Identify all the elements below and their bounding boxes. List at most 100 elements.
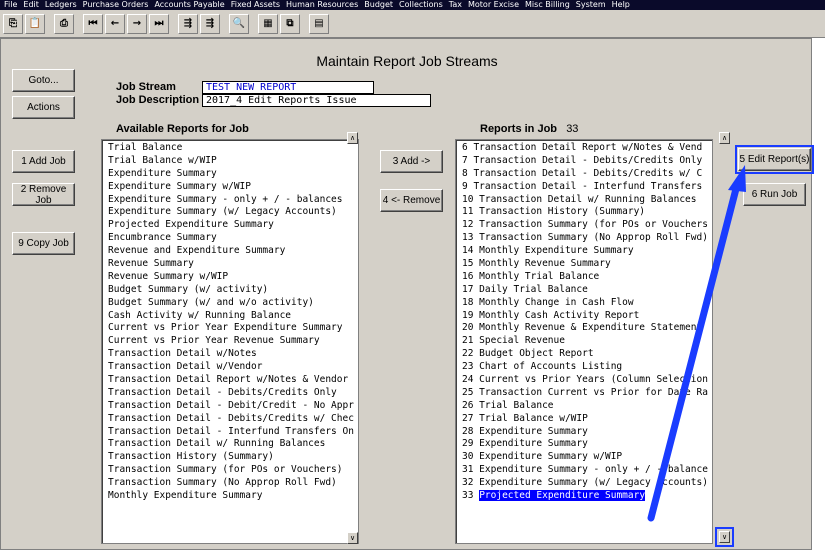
list-item[interactable]: Transaction Detail w/Notes xyxy=(108,348,358,361)
list-item[interactable]: Encumbrance Summary xyxy=(108,232,358,245)
list-item[interactable]: Budget Summary (w/ and w/o activity) xyxy=(108,297,358,310)
list-item[interactable]: 16 Monthly Trial Balance xyxy=(462,271,712,284)
selected-list-item[interactable]: 33 Projected Expenditure Summary xyxy=(462,490,712,503)
list-item[interactable]: Transaction History (Summary) xyxy=(108,451,358,464)
list-item[interactable]: Expenditure Summary (w/ Legacy Accounts) xyxy=(108,206,358,219)
list-item[interactable]: 19 Monthly Cash Activity Report xyxy=(462,310,712,323)
list-item[interactable]: 28 Expenditure Summary xyxy=(462,426,712,439)
actions-button[interactable]: Actions xyxy=(12,96,75,119)
list-item[interactable]: 29 Expenditure Summary xyxy=(462,438,712,451)
list-item[interactable]: Projected Expenditure Summary xyxy=(108,219,358,232)
menu-item-misc-billing[interactable]: Misc Billing xyxy=(525,0,570,10)
list-item[interactable]: 12 Transaction Summary (for POs or Vouch… xyxy=(462,219,712,232)
goto-button[interactable]: Goto... xyxy=(12,69,75,92)
remove-job-button[interactable]: 2 Remove Job xyxy=(12,183,75,206)
menu-item-file[interactable]: File xyxy=(4,0,17,10)
menu-item-fixed-assets[interactable]: Fixed Assets xyxy=(231,0,280,10)
find-icon[interactable]: ⇶ xyxy=(178,13,198,34)
list-item[interactable]: 7 Transaction Detail - Debits/Credits On… xyxy=(462,155,712,168)
list-item[interactable]: Budget Summary (w/ activity) xyxy=(108,284,358,297)
list-item[interactable]: 15 Monthly Revenue Summary xyxy=(462,258,712,271)
list-item[interactable]: Trial Balance xyxy=(108,142,358,155)
list-item[interactable]: Revenue Summary xyxy=(108,258,358,271)
remove-report-button[interactable]: 4 <- Remove xyxy=(380,189,443,212)
in-job-scroll-down-icon[interactable]: ∨ xyxy=(715,527,734,547)
menu-item-edit[interactable]: Edit xyxy=(23,0,39,10)
list-item[interactable]: 31 Expenditure Summary - only + / - bala… xyxy=(462,464,712,477)
spreadsheet-icon[interactable]: ▦ xyxy=(258,13,278,34)
list-item[interactable]: 17 Daily Trial Balance xyxy=(462,284,712,297)
list-item[interactable]: 30 Expenditure Summary w/WIP xyxy=(462,451,712,464)
find-next-icon[interactable]: ⇶ xyxy=(200,13,220,34)
list-item[interactable]: Current vs Prior Year Revenue Summary xyxy=(108,335,358,348)
run-job-button[interactable]: 6 Run Job xyxy=(743,183,806,206)
list-item[interactable]: 13 Transaction Summary (No Approp Roll F… xyxy=(462,232,712,245)
job-description-field[interactable]: 2017_4 Edit Reports Issue xyxy=(202,94,431,107)
first-record-icon[interactable]: ⏮ xyxy=(83,13,103,34)
edit-reports-button[interactable]: 5 Edit Report(s) xyxy=(735,145,814,174)
chart-icon[interactable]: ▤ xyxy=(309,13,329,34)
in-job-scroll-up-icon[interactable]: ∧ xyxy=(719,132,730,144)
list-item[interactable]: Transaction Detail w/ Running Balances xyxy=(108,438,358,451)
list-item[interactable]: Expenditure Summary xyxy=(108,168,358,181)
menu-item-human-resources[interactable]: Human Resources xyxy=(286,0,358,10)
add-report-button[interactable]: 3 Add -> xyxy=(380,150,443,173)
previous-record-icon[interactable]: ← xyxy=(105,13,125,34)
list-item[interactable]: Transaction Detail Report w/Notes & Vend… xyxy=(108,374,358,387)
list-item[interactable]: 6 Transaction Detail Report w/Notes & Ve… xyxy=(462,142,712,155)
available-reports-list[interactable]: Trial Balance Trial Balance w/WIP Expendit… xyxy=(101,139,359,544)
list-item[interactable]: 26 Trial Balance xyxy=(462,400,712,413)
list-item[interactable]: 32 Expenditure Summary (w/ Legacy Accoun… xyxy=(462,477,712,490)
list-item[interactable]: Transaction Detail - Debits/Credits Only xyxy=(108,387,358,400)
list-item[interactable]: 22 Budget Object Report xyxy=(462,348,712,361)
list-item[interactable]: Transaction Summary (No Approp Roll Fwd) xyxy=(108,477,358,490)
list-item[interactable]: 20 Monthly Revenue & Expenditure Stateme… xyxy=(462,322,712,335)
list-item[interactable]: Transaction Detail - Interfund Transfers… xyxy=(108,426,358,439)
list-item[interactable]: Transaction Detail w/Vendor xyxy=(108,361,358,374)
menu-item-tax[interactable]: Tax xyxy=(449,0,462,10)
menu-item-budget[interactable]: Budget xyxy=(364,0,393,10)
menu-item-purchase-orders[interactable]: Purchase Orders xyxy=(83,0,149,10)
next-record-icon[interactable]: → xyxy=(127,13,147,34)
list-item[interactable]: Monthly Expenditure Summary xyxy=(108,490,358,503)
list-item[interactable]: Transaction Detail - Debit/Credit - No A… xyxy=(108,400,358,413)
list-item[interactable]: 11 Transaction History (Summary) xyxy=(462,206,712,219)
list-item[interactable]: Current vs Prior Year Expenditure Summar… xyxy=(108,322,358,335)
list-item[interactable]: Cash Activity w/ Running Balance xyxy=(108,310,358,323)
list-item[interactable]: 14 Monthly Expenditure Summary xyxy=(462,245,712,258)
list-item[interactable]: 25 Transaction Current vs Prior for Date… xyxy=(462,387,712,400)
list-item[interactable]: Revenue Summary w/WIP xyxy=(108,271,358,284)
menu-item-help[interactable]: Help xyxy=(612,0,630,10)
menu-item-collections[interactable]: Collections xyxy=(399,0,443,10)
list-item[interactable]: Trial Balance w/WIP xyxy=(108,155,358,168)
list-item[interactable]: 27 Trial Balance w/WIP xyxy=(462,413,712,426)
available-scroll-down-icon[interactable]: ∨ xyxy=(347,532,358,544)
menu-item-accounts-payable[interactable]: Accounts Payable xyxy=(154,0,224,10)
list-item[interactable]: 9 Transaction Detail - Interfund Transfe… xyxy=(462,181,712,194)
copy-icon[interactable]: ⎘ xyxy=(3,13,23,34)
list-item[interactable]: Expenditure Summary - only + / - balance… xyxy=(108,194,358,207)
available-scroll-up-icon[interactable]: ∧ xyxy=(347,132,358,144)
list-item[interactable]: Expenditure Summary w/WIP xyxy=(108,181,358,194)
paste-icon[interactable]: 📋 xyxy=(25,13,45,34)
list-item[interactable]: Transaction Detail - Debits/Credits w/ C… xyxy=(108,413,358,426)
menu-item-system[interactable]: System xyxy=(576,0,606,10)
print-icon[interactable]: ⎙ xyxy=(54,13,74,34)
list-item[interactable]: 21 Special Revenue xyxy=(462,335,712,348)
list-item[interactable]: Transaction Summary (for POs or Vouchers… xyxy=(108,464,358,477)
copy-job-button[interactable]: 9 Copy Job xyxy=(12,232,75,255)
add-job-button[interactable]: 1 Add Job xyxy=(12,150,75,173)
job-stream-field[interactable]: TEST NEW REPORT xyxy=(202,81,374,94)
reports-in-job-list[interactable]: 6 Transaction Detail Report w/Notes & Ve… xyxy=(455,139,713,544)
list-item[interactable]: 18 Monthly Change in Cash Flow xyxy=(462,297,712,310)
search-icon[interactable]: 🔍 xyxy=(229,13,249,34)
list-item[interactable]: 8 Transaction Detail - Debits/Credits w/… xyxy=(462,168,712,181)
menu-item-motor-excise[interactable]: Motor Excise xyxy=(468,0,519,10)
menu-item-ledgers[interactable]: Ledgers xyxy=(45,0,77,10)
list-item[interactable]: 23 Chart of Accounts Listing xyxy=(462,361,712,374)
list-item[interactable]: 10 Transaction Detail w/ Running Balance… xyxy=(462,194,712,207)
list-item[interactable]: 24 Current vs Prior Years (Column Select… xyxy=(462,374,712,387)
last-record-icon[interactable]: ⏭ xyxy=(149,13,169,34)
export-icon[interactable]: ⧉ xyxy=(280,13,300,34)
list-item[interactable]: Revenue and Expenditure Summary xyxy=(108,245,358,258)
